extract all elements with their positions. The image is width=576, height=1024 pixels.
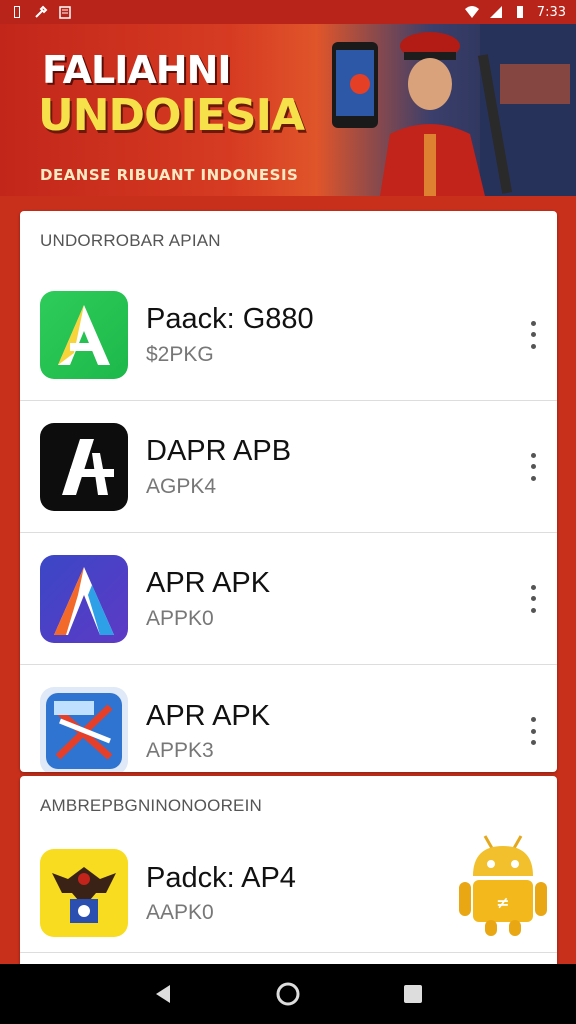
promo-banner[interactable]: FALIAHNI UNDOIESIA DEANSE RIBUANT INDONE… [0,24,576,196]
banner-tagline: DEANSE RIBUANT INDONESIS [40,166,299,184]
garuda-icon [40,849,128,937]
home-icon[interactable] [274,980,302,1008]
svg-text:≠: ≠ [496,893,509,912]
signal-icon [489,6,502,18]
status-time: 7:33 [536,4,566,20]
app-subtitle: AAPK0 [146,901,214,925]
banner-subtitle: UNDOIESIA [38,90,305,141]
app-name: APR APK [146,567,271,600]
app-subtitle: APPK0 [146,606,214,630]
status-bar: 7:33 [0,0,576,24]
recents-icon[interactable] [399,980,427,1008]
wifi-icon [464,6,479,18]
app-subtitle: $2PKG [146,342,214,366]
banner-title: FALIAHNI [42,48,232,92]
back-icon[interactable] [149,980,177,1008]
more-options-icon[interactable] [525,581,541,617]
more-options-icon[interactable] [525,713,541,749]
tools-icon [35,5,48,18]
app-name: DAPR APB [146,435,292,468]
more-options-icon[interactable] [525,449,541,485]
battery-icon [516,6,523,18]
navigation-bar [0,964,576,1024]
app-name: APR APK [146,699,271,732]
list-item[interactable]: APR APK APPK3 [20,665,557,772]
list-item[interactable]: APR APK APPK0 [20,533,557,665]
app-subtitle: AGPK4 [146,474,217,498]
app-list-card: UNDORROBAR APIAN Paack: G880 $2PKG DAPR … [20,211,557,772]
list-item[interactable]: Paack: G880 $2PKG [20,269,557,401]
storage-icon [59,6,71,19]
black-a-icon [40,422,128,511]
app-name: Padck: AP4 [146,861,296,894]
app-subtitle: APPK3 [146,739,214,763]
gradient-a-icon [40,554,128,643]
app-name: Paack: G880 [146,303,314,336]
blue-x-icon [40,687,128,772]
list-item[interactable]: DAPR APB AGPK4 [20,401,557,533]
green-a-icon [40,290,128,379]
android-mascot-icon[interactable]: ≠ [455,832,551,938]
notification-icon [14,6,20,18]
more-options-icon[interactable] [525,317,541,353]
banner-illustration [332,24,576,196]
section-header: AMBREPBGNINONOOREIN [40,796,262,815]
section-header: UNDORROBAR APIAN [40,231,221,250]
